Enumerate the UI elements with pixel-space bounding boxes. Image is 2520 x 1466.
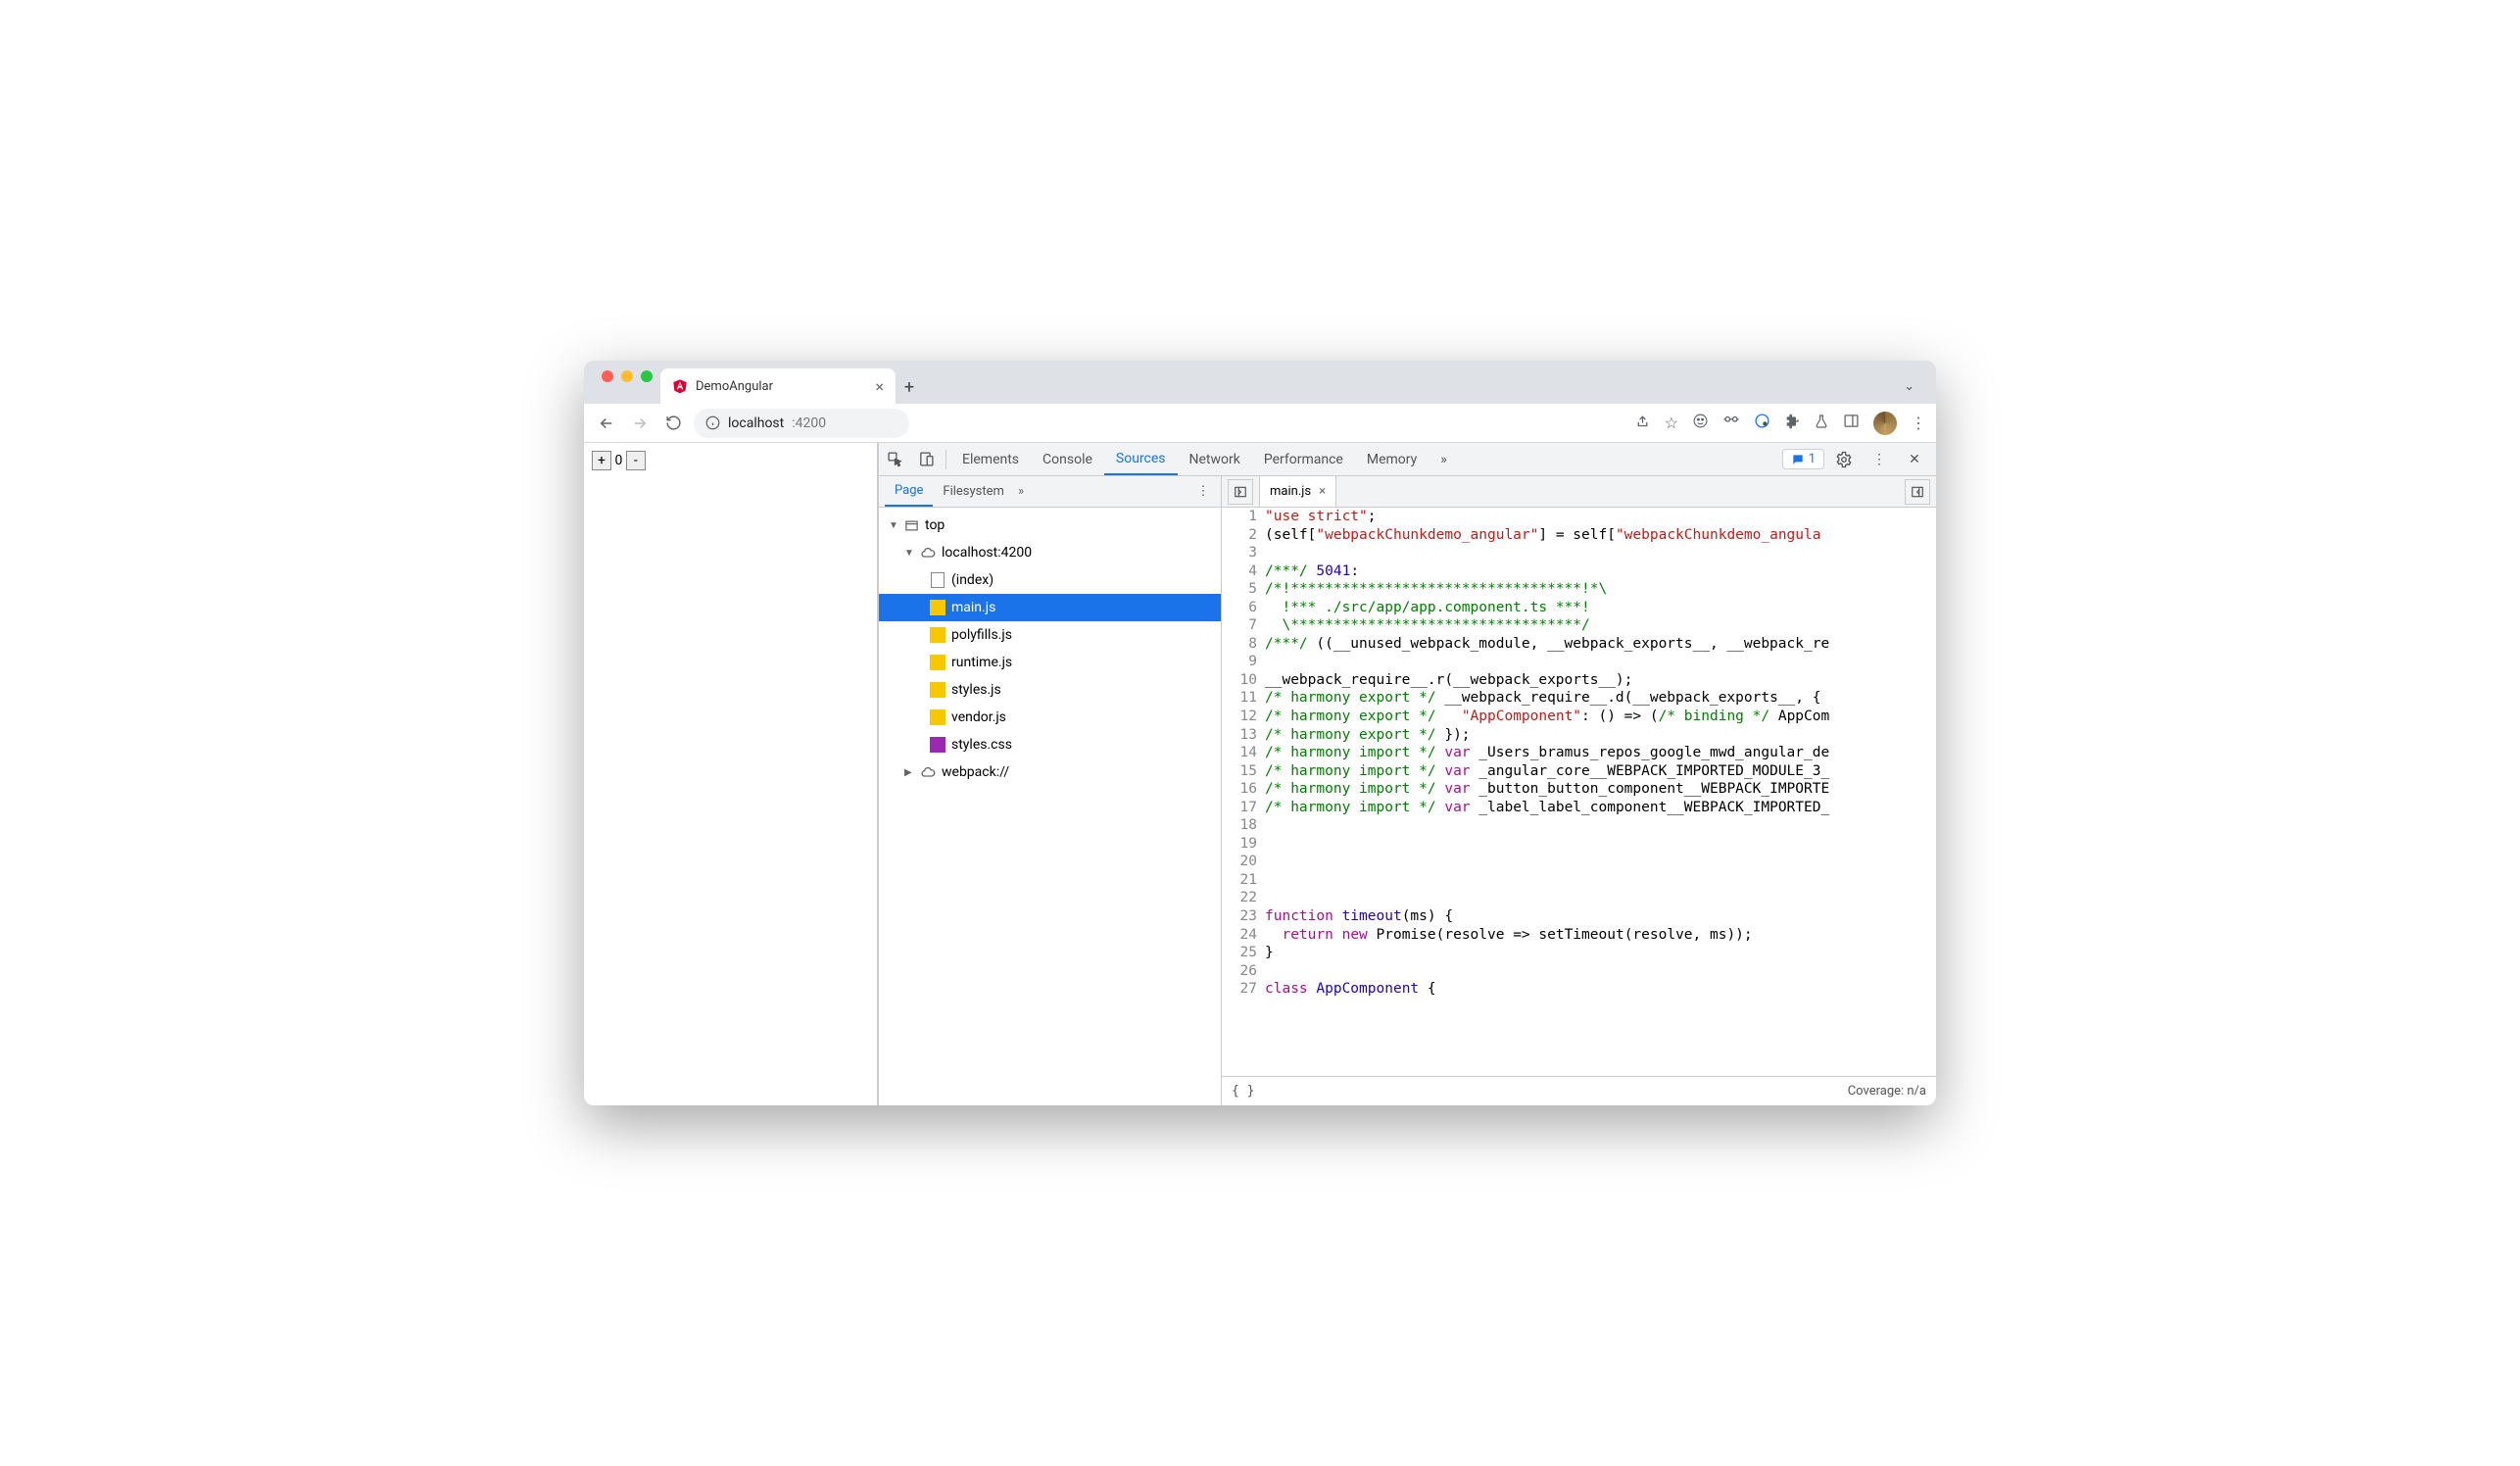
labs-icon[interactable]: [1814, 414, 1829, 433]
navigator-panel: Page Filesystem » ⋮ ▼ top ▼: [879, 476, 1222, 1105]
chevron-down-icon: ▼: [889, 520, 898, 531]
js-file-icon: [930, 682, 945, 698]
counter-value: 0: [614, 453, 622, 468]
tab-sources[interactable]: Sources: [1104, 443, 1178, 475]
nav-overflow-icon[interactable]: »: [1018, 484, 1024, 499]
extensions-menu-icon[interactable]: [1784, 414, 1800, 433]
tab-elements[interactable]: Elements: [950, 443, 1031, 475]
tab-performance[interactable]: Performance: [1252, 443, 1355, 475]
close-window-button[interactable]: [602, 370, 613, 382]
js-file-icon: [930, 709, 945, 725]
tab-search-button[interactable]: ⌄: [1904, 379, 1926, 404]
browser-tab[interactable]: DemoAngular ×: [660, 368, 896, 404]
angular-icon: [672, 378, 688, 394]
editor-statusbar: { } Coverage: n/a: [1222, 1076, 1936, 1105]
js-file-icon: [930, 655, 945, 670]
tab-title: DemoAngular: [696, 379, 773, 394]
url-host: localhost: [728, 415, 784, 431]
content-area: + 0 - Elements Console Sources Network P…: [584, 443, 1936, 1105]
tree-file-vendor[interactable]: vendor.js: [879, 704, 1221, 731]
tab-console[interactable]: Console: [1031, 443, 1104, 475]
decrement-button[interactable]: -: [626, 451, 646, 470]
tab-network[interactable]: Network: [1178, 443, 1252, 475]
reload-button[interactable]: [660, 411, 686, 436]
increment-button[interactable]: +: [592, 451, 611, 470]
minimize-window-button[interactable]: [621, 370, 633, 382]
devtools-tabbar: Elements Console Sources Network Perform…: [879, 443, 1936, 476]
frame-icon: [904, 518, 919, 533]
extension-icon[interactable]: [1722, 413, 1740, 434]
tree-file-runtime[interactable]: runtime.js: [879, 649, 1221, 676]
close-tab-button[interactable]: ×: [875, 377, 884, 396]
code-area[interactable]: 1"use strict";2(self["webpackChunkdemo_a…: [1222, 508, 1936, 1076]
extension-icon[interactable]: [1754, 413, 1770, 433]
tree-node-host[interactable]: ▼ localhost:4200: [879, 539, 1221, 566]
devtools-panel: Elements Console Sources Network Perform…: [878, 443, 1936, 1105]
tree-file-mainjs[interactable]: main.js: [879, 594, 1221, 621]
nav-tab-filesystem[interactable]: Filesystem: [933, 476, 1014, 507]
browser-menu-icon[interactable]: ⋮: [1911, 414, 1926, 432]
back-button[interactable]: [594, 411, 619, 436]
tree-node-webpack[interactable]: ▶ webpack://: [879, 758, 1221, 786]
js-file-icon: [930, 600, 945, 615]
toggle-debugger-icon[interactable]: [1905, 479, 1930, 505]
browser-window: DemoAngular × + ⌄ localhost :4200 ☆ ⋮: [584, 361, 1936, 1105]
side-panel-icon[interactable]: [1843, 413, 1860, 433]
coverage-label: Coverage: n/a: [1848, 1084, 1926, 1099]
issues-icon: [1791, 453, 1805, 466]
nav-menu-icon[interactable]: ⋮: [1191, 484, 1215, 499]
navigator-tabs: Page Filesystem » ⋮: [879, 476, 1221, 508]
bookmark-icon[interactable]: ☆: [1665, 414, 1678, 432]
tree-file-stylescss[interactable]: styles.css: [879, 731, 1221, 758]
site-info-icon: [705, 415, 720, 430]
close-devtools-icon[interactable]: ✕: [1899, 444, 1930, 475]
profile-avatar[interactable]: [1873, 412, 1897, 435]
device-toolbar-icon[interactable]: [910, 444, 942, 475]
css-file-icon: [930, 737, 945, 753]
tabs-overflow-icon[interactable]: »: [1429, 443, 1459, 475]
toolbar-actions: ☆ ⋮: [1634, 412, 1926, 435]
document-icon: [930, 572, 945, 588]
cloud-icon: [920, 545, 936, 561]
js-file-icon: [930, 627, 945, 643]
nav-tab-page[interactable]: Page: [885, 476, 933, 507]
maximize-window-button[interactable]: [641, 370, 653, 382]
extension-icon[interactable]: [1692, 413, 1709, 433]
editor-panel: main.js × 1"use strict";2(self["webpackC…: [1222, 476, 1936, 1105]
browser-tab-strip: DemoAngular × + ⌄: [584, 361, 1936, 404]
devtools-menu-icon[interactable]: ⋮: [1864, 444, 1895, 475]
tree-file-index[interactable]: (index): [879, 566, 1221, 594]
address-bar[interactable]: localhost :4200: [694, 409, 909, 438]
toolbar: localhost :4200 ☆ ⋮: [584, 404, 1936, 443]
new-tab-button[interactable]: +: [896, 377, 923, 404]
settings-icon[interactable]: [1828, 444, 1860, 475]
file-tree: ▼ top ▼ localhost:4200 (index): [879, 508, 1221, 1105]
tree-node-top[interactable]: ▼ top: [879, 512, 1221, 539]
close-editor-tab-icon[interactable]: ×: [1319, 484, 1326, 499]
page-body: + 0 -: [584, 443, 878, 1105]
chevron-down-icon: ▼: [904, 548, 914, 559]
url-port: :4200: [792, 415, 826, 431]
forward-button[interactable]: [627, 411, 653, 436]
editor-tabbar: main.js ×: [1222, 476, 1936, 508]
tree-file-polyfills[interactable]: polyfills.js: [879, 621, 1221, 649]
tab-memory[interactable]: Memory: [1355, 443, 1429, 475]
issues-button[interactable]: 1: [1782, 449, 1824, 469]
chevron-right-icon: ▶: [904, 767, 914, 778]
pretty-print-button[interactable]: { }: [1232, 1084, 1254, 1099]
toggle-navigator-icon[interactable]: [1228, 479, 1253, 505]
editor-tab-mainjs[interactable]: main.js ×: [1259, 476, 1336, 507]
tree-file-stylesjs[interactable]: styles.js: [879, 676, 1221, 704]
sources-body: Page Filesystem » ⋮ ▼ top ▼: [879, 476, 1936, 1105]
window-controls: [594, 370, 660, 394]
share-icon[interactable]: [1634, 413, 1651, 433]
cloud-icon: [920, 764, 936, 780]
inspect-element-icon[interactable]: [879, 444, 910, 475]
